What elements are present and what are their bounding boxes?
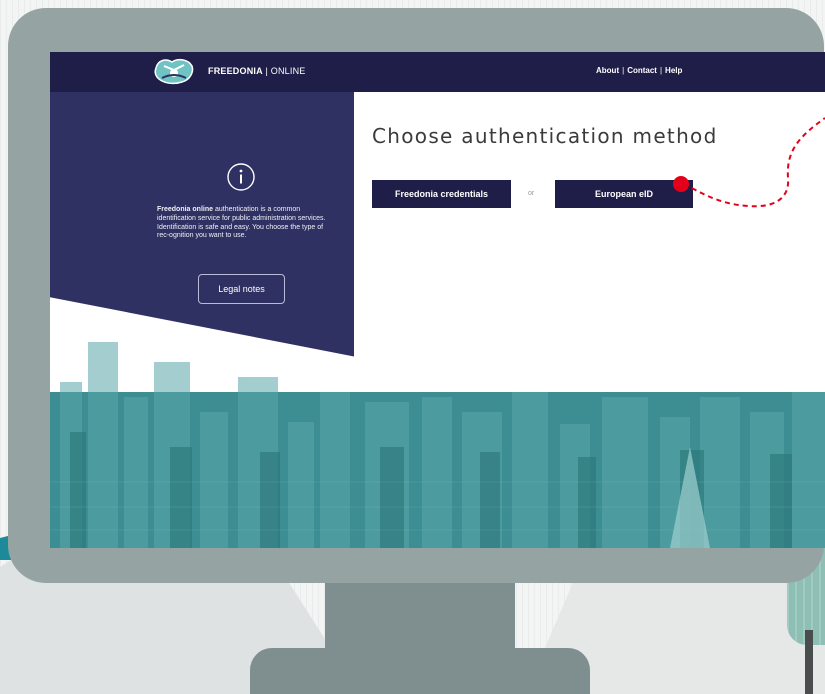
nav-link-contact[interactable]: Contact: [627, 66, 657, 75]
or-label: or: [528, 190, 535, 197]
brand-suffix: ONLINE: [270, 66, 306, 76]
nav-separator: |: [622, 66, 625, 75]
nav-link-help[interactable]: Help: [665, 66, 682, 75]
monitor-frame: FREEDONIA | ONLINE About | Contact | Help Fr…: [8, 8, 825, 583]
nav-separator: |: [659, 66, 663, 75]
intro-text-bold: Freedonia online: [157, 206, 214, 213]
freedonia-logo-icon[interactable]: [152, 56, 196, 86]
header-nav: About | Contact | Help: [596, 66, 682, 75]
freedonia-credentials-button[interactable]: Freedonia credentials: [372, 180, 511, 208]
monitor-screen: FREEDONIA | ONLINE About | Contact | Help Fr…: [50, 52, 825, 548]
intro-text: Freedonia online authentication is a com…: [157, 206, 337, 241]
legal-notes-button[interactable]: Legal notes: [198, 274, 285, 304]
monitor-stand: [325, 575, 515, 655]
site-header: FREEDONIA | ONLINE About | Contact | Help: [50, 52, 825, 92]
monitor-base: [250, 648, 590, 694]
main-content: Choose authentication method Freedonia c…: [354, 92, 825, 392]
brand-name-bold: FREEDONIA: [208, 66, 263, 76]
info-icon: [227, 163, 255, 191]
brand-separator: |: [265, 66, 269, 76]
european-eid-button[interactable]: European eID: [555, 180, 693, 208]
nav-link-about[interactable]: About: [596, 66, 619, 75]
brand-name[interactable]: FREEDONIA | ONLINE: [208, 66, 305, 76]
page-title: Choose authentication method: [372, 124, 718, 148]
tree-trunk: [805, 630, 813, 694]
